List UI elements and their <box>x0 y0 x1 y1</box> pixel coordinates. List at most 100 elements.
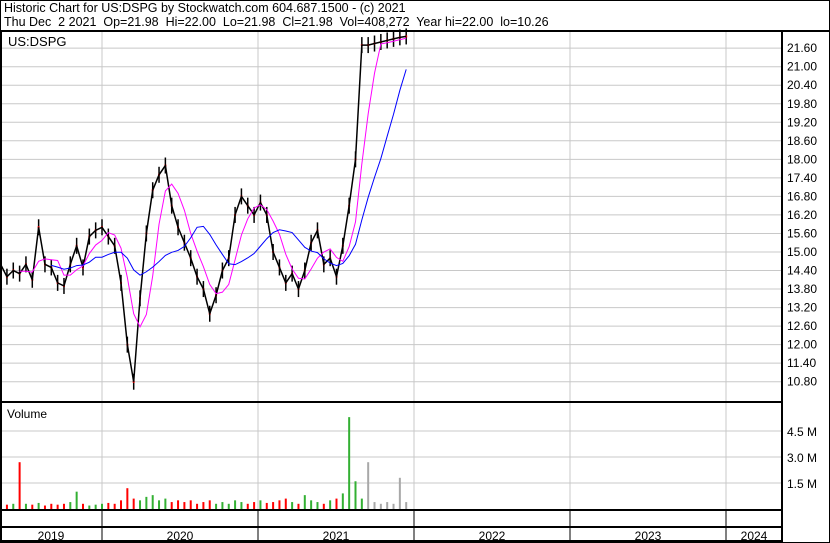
volume-bar <box>348 417 351 509</box>
volume-bar <box>272 502 275 509</box>
price-tick-label: 13.20 <box>787 301 817 315</box>
price-tick-label: 18.00 <box>787 152 817 166</box>
year-label: 2020 <box>167 529 194 543</box>
volume-tick-label: 4.5 M <box>787 425 817 439</box>
price-tick-label: 21.60 <box>787 41 817 55</box>
volume-bar <box>398 477 401 509</box>
volume-bar <box>341 493 344 509</box>
volume-bar <box>259 500 262 509</box>
volume-bar <box>107 502 110 509</box>
volume-bar <box>75 491 78 509</box>
volume-bar <box>291 502 294 509</box>
volume-bar <box>367 462 370 509</box>
price-tick-label: 12.60 <box>787 319 817 333</box>
volume-bar <box>227 503 230 509</box>
volume-bar <box>405 502 408 509</box>
volume-bar <box>18 462 21 509</box>
volume-bar <box>322 503 325 509</box>
price-tick-label: 19.20 <box>787 115 817 129</box>
volume-bar <box>335 498 338 509</box>
price-tick-label: 15.00 <box>787 245 817 259</box>
stock-chart: 21.60 21.00 20.40 19.80 19.20 18.60 18.00 17.40… <box>0 0 830 543</box>
outer-border <box>0 0 830 543</box>
volume-bar <box>101 503 103 509</box>
volume-bar <box>329 500 332 509</box>
volume-bar <box>297 503 300 509</box>
volume-bar <box>202 502 205 509</box>
volume-bar <box>120 500 123 509</box>
volume-bar <box>94 504 97 509</box>
volume-bar <box>158 500 161 509</box>
volume-bar <box>69 502 72 509</box>
year-label: 2019 <box>38 529 65 543</box>
volume-bar <box>50 503 53 509</box>
volume-bar <box>113 503 116 509</box>
symbol-label: US:DSPG <box>8 34 67 49</box>
chart-frame <box>0 0 830 543</box>
price-tick-label: 17.40 <box>787 171 817 185</box>
volume-bar <box>31 504 34 509</box>
volume-label: Volume <box>7 407 47 421</box>
year-label: 2022 <box>479 529 506 543</box>
volume-bar <box>246 503 249 509</box>
volume-bar <box>126 488 129 509</box>
moving-average-long <box>51 69 407 276</box>
volume-bar <box>240 502 243 509</box>
volume-bar <box>151 495 154 509</box>
volume-bar <box>392 503 395 509</box>
price-tick-label: 14.40 <box>787 264 817 278</box>
volume-bar <box>81 503 84 509</box>
price-tick-label: 16.20 <box>787 208 817 222</box>
volume-bar <box>132 498 135 509</box>
volume-bar <box>278 500 281 509</box>
volume-bar <box>360 498 363 509</box>
volume-bar <box>386 502 389 509</box>
volume-bar <box>253 502 256 509</box>
volume-bar <box>12 503 15 509</box>
price-tick-label: 15.60 <box>787 226 817 240</box>
volume-bar <box>221 502 224 509</box>
price-tick-label: 12.00 <box>787 338 817 352</box>
year-label: 2024 <box>741 529 768 543</box>
volume-bar <box>43 505 46 509</box>
price-tick-label: 13.80 <box>787 282 817 296</box>
volume-bar <box>189 500 192 509</box>
volume-bar <box>145 496 148 509</box>
volume-bar <box>164 498 167 509</box>
price-tick-label: 10.80 <box>787 375 817 389</box>
volume-bar <box>379 503 382 509</box>
volume-bar <box>196 503 199 509</box>
plot-frame <box>0 30 783 542</box>
year-label: 2023 <box>635 529 662 543</box>
volume-bar <box>37 502 40 509</box>
volume-bar <box>265 502 268 509</box>
volume-bar <box>208 500 211 509</box>
grid <box>0 32 782 510</box>
volume-bar <box>373 502 376 509</box>
volume-bar <box>177 500 180 509</box>
volume-bar <box>310 500 313 509</box>
volume-bar <box>284 498 287 509</box>
price-line <box>0 35 407 382</box>
volume-bar <box>303 495 306 509</box>
price-tick-label: 18.60 <box>787 134 817 148</box>
volume-bar <box>183 502 186 509</box>
price-tick-label: 19.80 <box>787 97 817 111</box>
year-label: 2021 <box>323 529 350 543</box>
price-tick-label: 21.00 <box>787 60 817 74</box>
price-tick-label: 20.40 <box>787 78 817 92</box>
volume-bar <box>56 504 59 509</box>
volume-bar <box>234 500 237 509</box>
volume-bar <box>88 505 91 509</box>
volume-tick-label: 3.0 M <box>787 451 817 465</box>
volume-bar <box>62 503 65 509</box>
moving-average-short <box>19 37 407 329</box>
volume-bar <box>24 503 27 509</box>
price-series <box>0 28 408 390</box>
volume-bar <box>5 504 8 509</box>
volume-bar <box>170 502 173 509</box>
volume-bar <box>139 500 142 509</box>
volume-bar <box>354 481 357 509</box>
price-tick-label: 16.80 <box>787 189 817 203</box>
axis-labels: 21.60 21.00 20.40 19.80 19.20 18.60 18.00 17.40… <box>7 34 817 543</box>
